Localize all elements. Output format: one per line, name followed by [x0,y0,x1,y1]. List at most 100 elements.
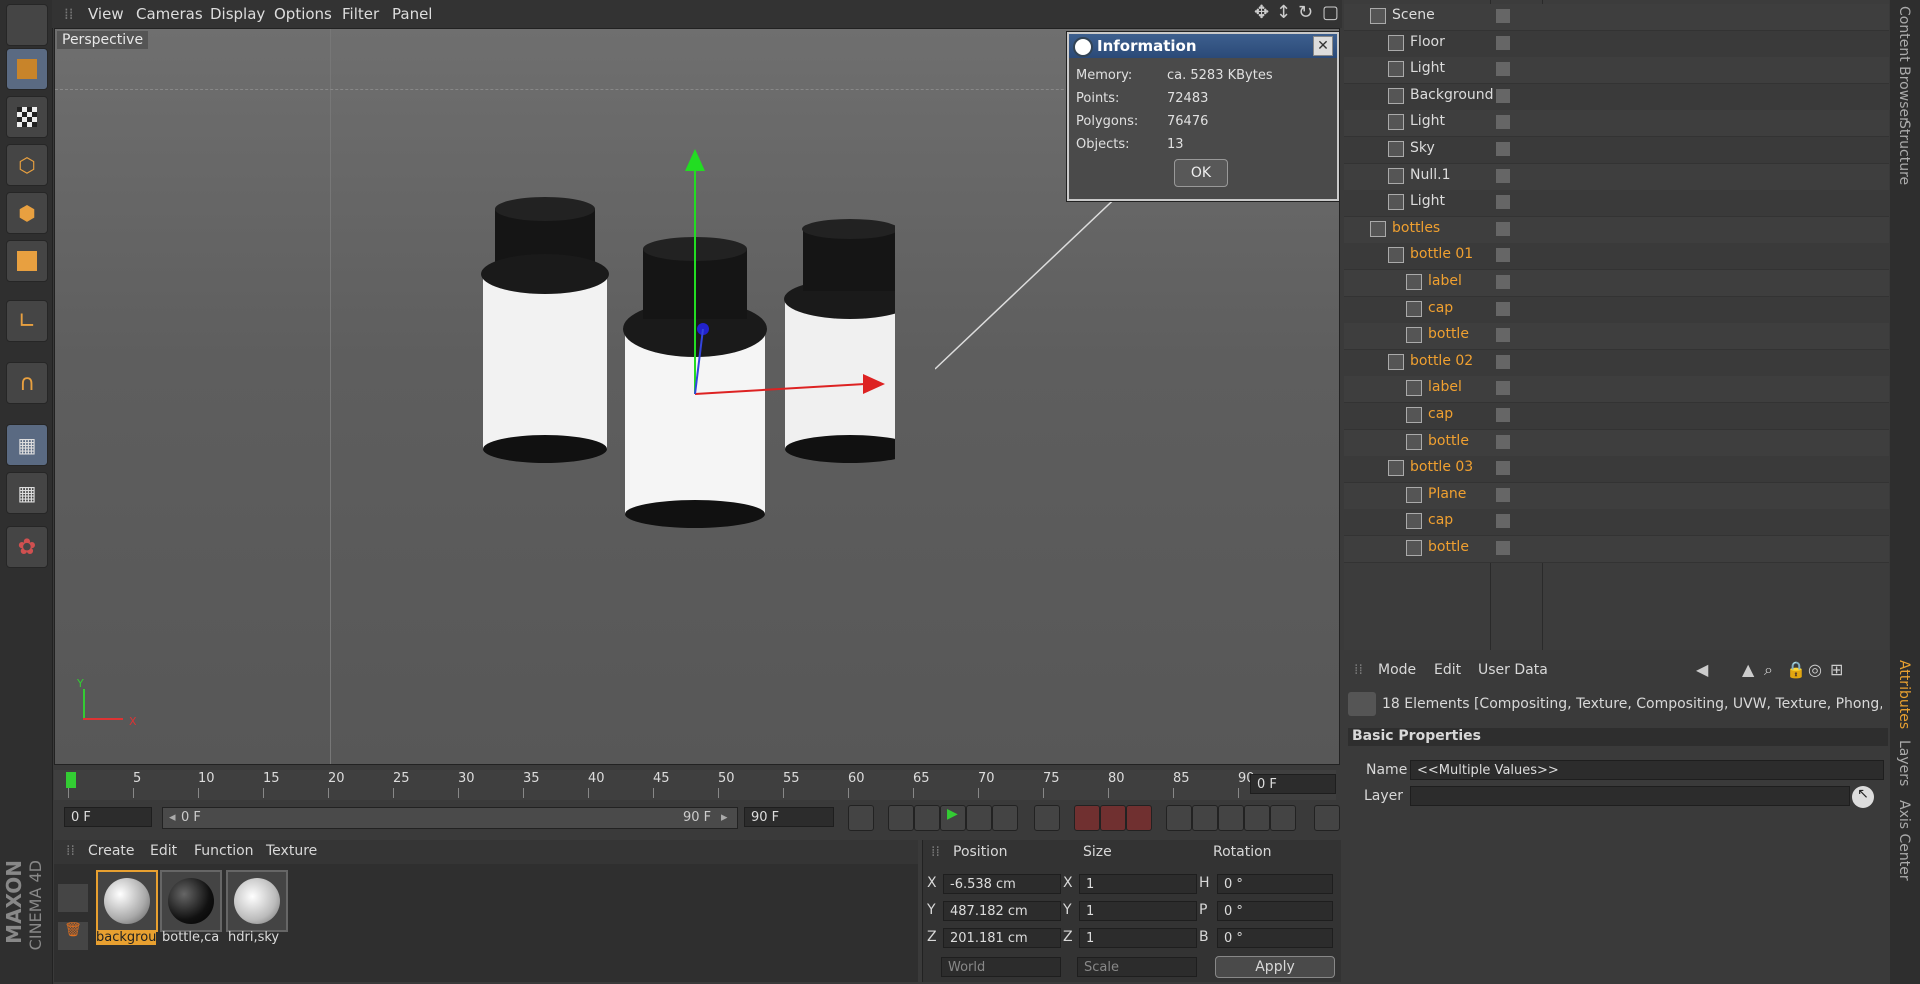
object-name[interactable]: bottle [1428,326,1469,342]
layer-field[interactable] [1410,786,1850,806]
loop-icon[interactable] [888,805,914,831]
basic-properties-header[interactable]: Basic Properties [1348,728,1888,746]
object-name[interactable]: Light [1410,60,1445,76]
object-name[interactable]: Background [1410,87,1494,103]
menu-view[interactable]: View [88,5,124,23]
end-frame-field[interactable]: 90 F [744,807,834,827]
menu-mode[interactable]: Mode [1378,662,1416,678]
current-frame-field[interactable]: 0 F [1250,774,1336,794]
menu-display[interactable]: Display [210,5,265,23]
start-frame-field[interactable]: 0 F [64,807,152,827]
menu-texture[interactable]: Texture [266,843,317,859]
step-back-icon[interactable] [914,805,940,831]
new-material-icon[interactable] [58,884,88,912]
object-name[interactable]: label [1428,379,1462,395]
object-name[interactable]: Light [1410,113,1445,129]
layer-toggle-icon[interactable] [1496,461,1510,476]
layer-toggle-icon[interactable] [1496,248,1510,263]
name-field[interactable]: <<Multiple Values>> [1410,760,1884,780]
go-to-end-icon[interactable] [1034,805,1060,831]
size-z-field[interactable]: 1 [1079,928,1197,948]
layer-pick-icon[interactable]: ↖ [1852,786,1874,808]
object-row[interactable]: bottle [1344,323,1889,351]
object-name[interactable]: label [1428,273,1462,289]
menu-user-data[interactable]: User Data [1478,662,1548,678]
play-icon[interactable]: ▶ [940,805,966,831]
snap-button[interactable]: ∩ [6,362,48,404]
tab-layers[interactable]: Layers [1896,740,1912,786]
layer-toggle-icon[interactable] [1496,115,1510,130]
menu-filter[interactable]: Filter [342,5,379,23]
model-mode-button[interactable] [6,48,48,90]
object-row[interactable]: bottles [1344,216,1889,244]
size-y-field[interactable]: 1 [1079,901,1197,921]
layer-toggle-icon[interactable] [1496,195,1510,210]
material-label[interactable]: hdri,sky [228,930,288,945]
ok-button[interactable]: OK [1174,159,1228,187]
rotation-b-field[interactable]: 0 ° [1217,928,1333,948]
up-arrow-icon[interactable]: ▲ [1742,660,1754,679]
object-name[interactable]: bottles [1392,220,1440,236]
key-parameter-icon[interactable] [1244,805,1270,831]
step-forward-icon[interactable] [966,805,992,831]
object-row[interactable]: label [1344,270,1889,297]
material-bottle[interactable] [160,870,222,932]
object-row[interactable]: bottle 02 [1344,349,1889,377]
object-name[interactable]: cap [1428,300,1453,316]
object-row[interactable]: bottle [1344,429,1889,457]
tab-structure[interactable]: Structure [1896,120,1912,185]
menu-panel[interactable]: Panel [392,5,432,23]
layer-toggle-icon[interactable] [1496,434,1510,449]
layer-toggle-icon[interactable] [1496,88,1510,103]
object-row[interactable]: Sky [1344,137,1889,164]
layer-toggle-icon[interactable] [1496,142,1510,156]
material-hdri-sky[interactable] [226,870,288,932]
object-row[interactable]: Light [1344,57,1889,85]
object-name[interactable]: cap [1428,406,1453,422]
material-label[interactable]: bottle,ca [162,930,222,945]
menu-cameras[interactable]: Cameras [136,5,203,23]
frame-range-slider[interactable]: ◂ 0 F 90 F ▸ [162,807,738,829]
key-scale-icon[interactable] [1192,805,1218,831]
layer-toggle-icon[interactable] [1496,487,1510,502]
undo-icon[interactable] [6,4,48,46]
object-name[interactable]: bottle 02 [1410,353,1473,369]
position-x-field[interactable]: -6.538 cm [943,874,1061,894]
viewport-camera-label[interactable]: Perspective [57,31,149,49]
object-row[interactable]: bottle [1344,536,1889,563]
polygons-mode-button[interactable] [6,240,48,282]
key-position-icon[interactable] [1166,805,1192,831]
trash-icon[interactable]: 🗑 [58,922,88,950]
scale-select[interactable]: Scale [1077,957,1197,977]
object-row[interactable]: bottle 03 [1344,456,1889,484]
search-icon[interactable]: ⌕ [1764,660,1773,680]
object-row[interactable]: cap [1344,296,1889,324]
layer-toggle-icon[interactable] [1496,381,1510,396]
points-mode-button[interactable]: ⬡ [6,144,48,186]
close-icon[interactable]: ✕ [1313,36,1333,56]
object-row[interactable]: cap [1344,509,1889,537]
tab-axis-center[interactable]: Axis Center [1896,800,1912,881]
menu-edit[interactable]: Edit [150,843,177,859]
material-label[interactable]: backgrou [96,930,156,945]
object-row[interactable]: bottle 01 [1344,243,1889,271]
rotate-view-icon[interactable]: ↻ [1298,2,1313,23]
rotation-p-field[interactable]: 0 ° [1217,901,1333,921]
target-icon[interactable]: ◎ [1808,660,1822,679]
texture-mode-button[interactable] [6,96,48,138]
new-panel-icon[interactable]: ⊞ [1830,660,1843,679]
object-name[interactable]: Light [1410,193,1445,209]
object-name[interactable]: cap [1428,512,1453,528]
range-left-arrow-icon[interactable]: ◂ [169,810,176,825]
object-row[interactable]: cap [1344,403,1889,430]
object-name[interactable]: bottle [1428,539,1469,555]
key-rotation-icon[interactable] [1218,805,1244,831]
timeline-window-icon[interactable] [1314,805,1340,831]
layer-toggle-icon[interactable] [1496,35,1510,50]
object-name[interactable]: bottle 03 [1410,459,1473,475]
axis-mode-button[interactable]: ∟ [6,300,48,342]
layer-toggle-icon[interactable] [1496,168,1510,183]
apply-button[interactable]: Apply [1215,956,1335,978]
object-row[interactable]: Floor [1344,30,1889,58]
autokey-icon[interactable] [1100,805,1126,831]
